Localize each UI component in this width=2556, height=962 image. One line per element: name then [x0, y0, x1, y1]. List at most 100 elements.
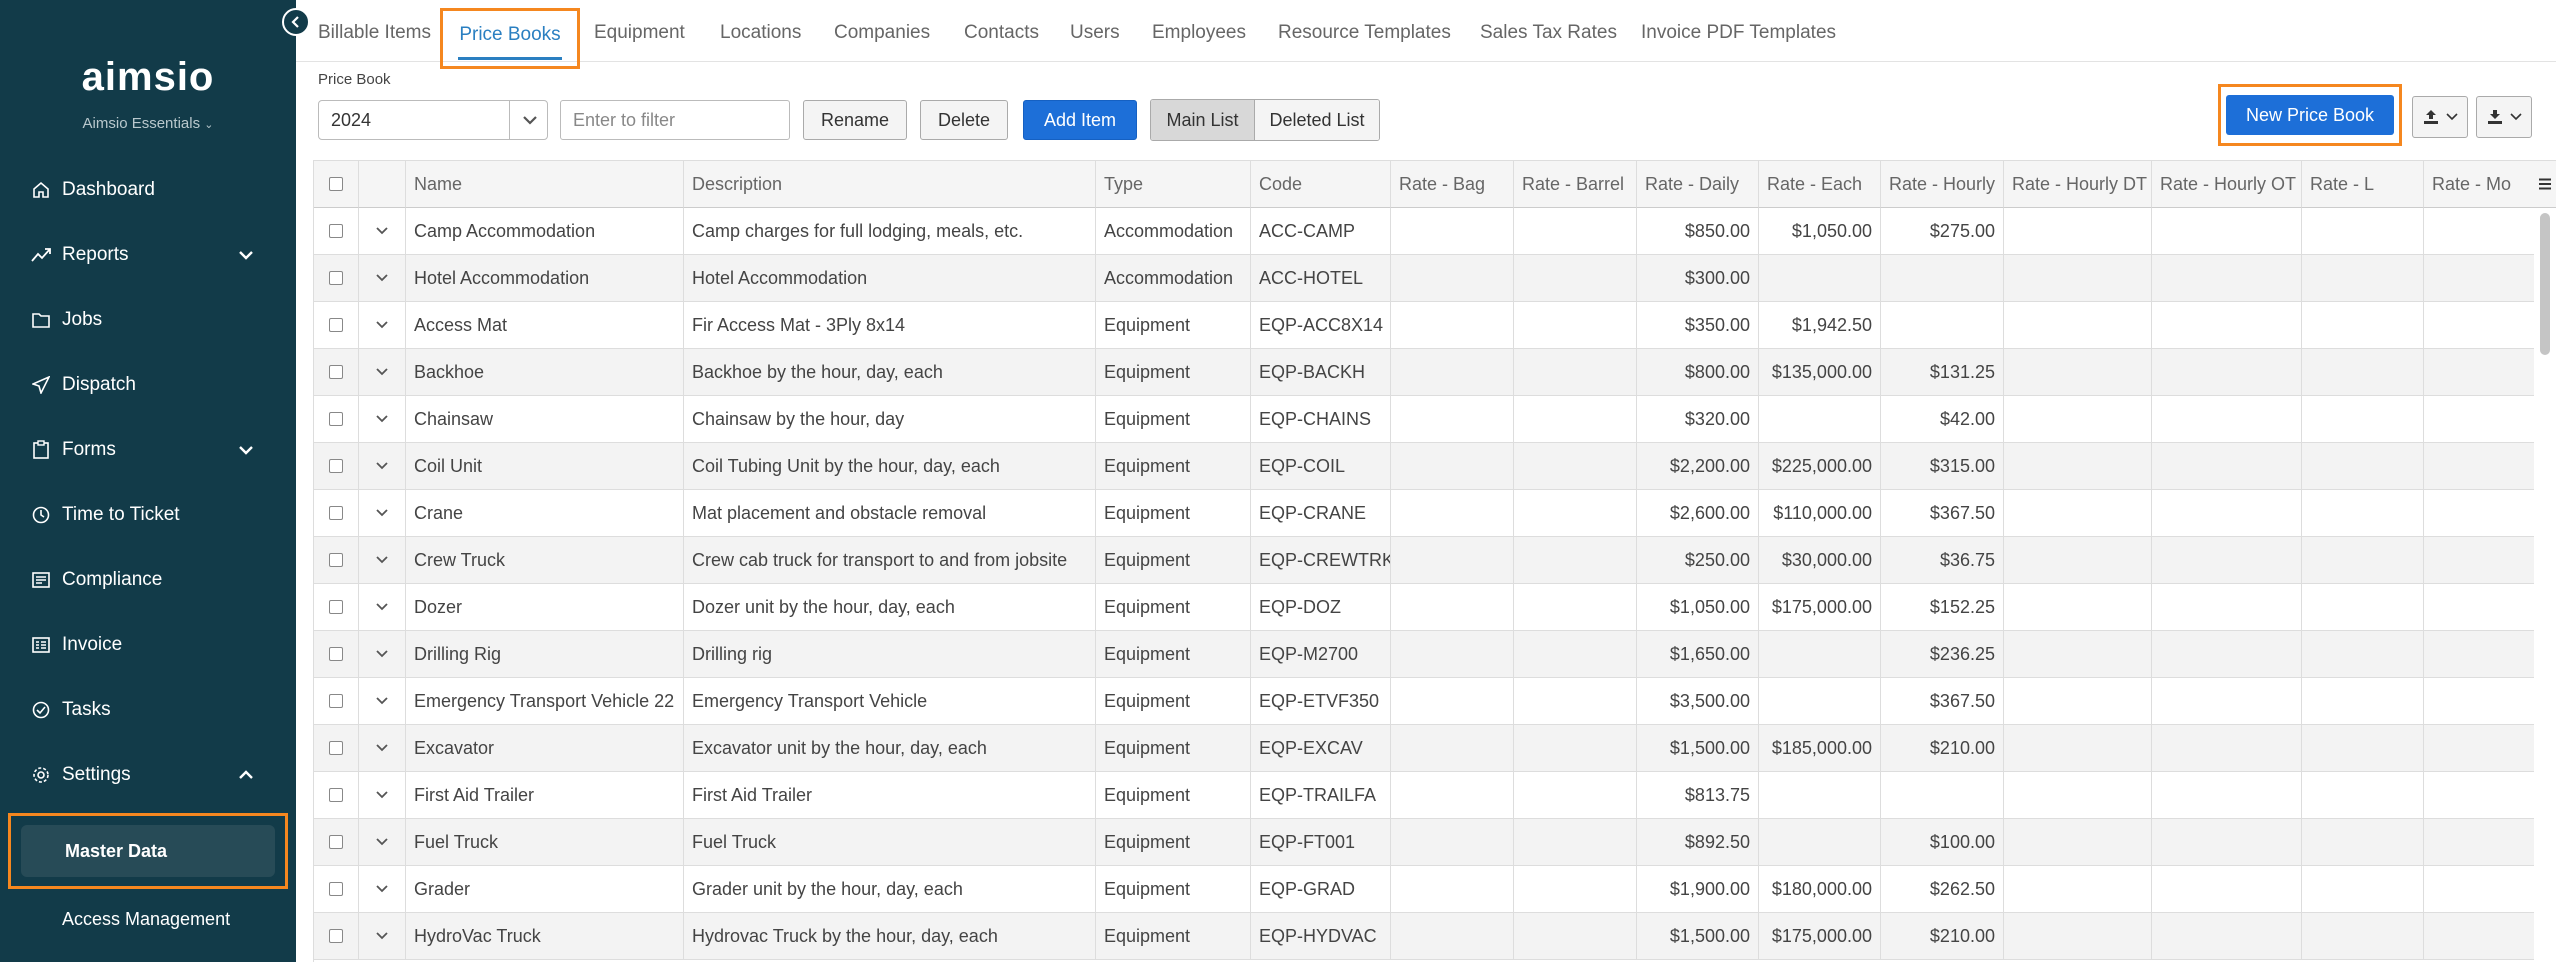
column-header-type[interactable]: Type — [1096, 161, 1251, 208]
table-row[interactable]: Drilling Rig Drilling rig Equipment EQP-M27… — [314, 631, 2556, 678]
sidebar-item-jobs[interactable]: Jobs — [0, 287, 296, 352]
row-checkbox[interactable] — [329, 882, 343, 896]
table-row[interactable]: Emergency Transport Vehicle 22 Emergency … — [314, 678, 2556, 725]
table-row[interactable]: First Aid Trailer First Aid Trailer Equipm… — [314, 772, 2556, 819]
table-row[interactable]: Camp Accommodation Camp charges for full … — [314, 208, 2556, 255]
table-row[interactable]: Backhoe Backhoe by the hour, day, each Equ… — [314, 349, 2556, 396]
row-checkbox[interactable] — [329, 835, 343, 849]
row-expand-button[interactable] — [359, 302, 406, 348]
row-checkbox[interactable] — [329, 224, 343, 238]
row-checkbox[interactable] — [329, 741, 343, 755]
table-row[interactable]: Access Mat Fir Access Mat - 3Ply 8x14 Equi… — [314, 302, 2556, 349]
tab-employees[interactable]: Employees — [1152, 22, 1246, 44]
row-expand-button[interactable] — [359, 819, 406, 865]
download-button[interactable] — [2476, 96, 2532, 138]
sidebar-item-time-to-ticket[interactable]: Time to Ticket — [0, 482, 296, 547]
column-menu-icon[interactable] — [2534, 161, 2556, 208]
row-checkbox[interactable] — [329, 553, 343, 567]
sidebar-collapse-button[interactable] — [282, 8, 310, 36]
tab-price-books[interactable]: Price Books — [440, 8, 580, 69]
row-checkbox[interactable] — [329, 459, 343, 473]
table-row[interactable]: Dozer Dozer unit by the hour, day, each Eq… — [314, 584, 2556, 631]
column-header-rate-hourly[interactable]: Rate - Hourly — [1881, 161, 2004, 208]
sidebar-subitem-master-data[interactable]: Master Data — [8, 813, 288, 889]
row-expand-button[interactable] — [359, 631, 406, 677]
row-expand-button[interactable] — [359, 678, 406, 724]
tenant-selector[interactable]: Aimsio Essentials ⌄ — [0, 115, 296, 132]
column-header-code[interactable]: Code — [1251, 161, 1391, 208]
row-expand-button[interactable] — [359, 584, 406, 630]
sidebar-item-settings[interactable]: Settings — [0, 742, 296, 807]
tab-locations[interactable]: Locations — [720, 22, 801, 44]
table-row[interactable]: Fuel Truck Fuel Truck Equipment EQP-FT001 $8… — [314, 819, 2556, 866]
table-row[interactable]: HydroVac Truck Hydrovac Truck by the hour… — [314, 913, 2556, 960]
column-header-rate-bag[interactable]: Rate - Bag — [1391, 161, 1514, 208]
table-row[interactable]: Grader Grader unit by the hour, day, each… — [314, 866, 2556, 913]
row-expand-button[interactable] — [359, 866, 406, 912]
rename-button[interactable]: Rename — [803, 100, 907, 140]
tab-billable-items[interactable]: Billable Items — [318, 22, 431, 44]
upload-button[interactable] — [2412, 96, 2468, 138]
row-expand-button[interactable] — [359, 349, 406, 395]
chevron-down-icon — [376, 603, 388, 611]
row-expand-button[interactable] — [359, 443, 406, 489]
table-row[interactable]: Crew Truck Crew cab truck for transport t… — [314, 537, 2556, 584]
sidebar-item-compliance[interactable]: Compliance — [0, 547, 296, 612]
row-expand-button[interactable] — [359, 725, 406, 771]
table-row[interactable]: Hotel Accommodation Hotel Accommodation Ac… — [314, 255, 2556, 302]
tab-resource-templates[interactable]: Resource Templates — [1278, 22, 1451, 44]
row-checkbox[interactable] — [329, 365, 343, 379]
tab-contacts[interactable]: Contacts — [964, 22, 1039, 44]
column-header-rate-l[interactable]: Rate - L — [2302, 161, 2424, 208]
column-header-rate-barrel[interactable]: Rate - Barrel — [1514, 161, 1637, 208]
row-expand-button[interactable] — [359, 208, 406, 254]
sidebar-item-reports[interactable]: Reports — [0, 222, 296, 287]
tab-users[interactable]: Users — [1070, 22, 1120, 44]
row-expand-button[interactable] — [359, 772, 406, 818]
tab-sales-tax-rates[interactable]: Sales Tax Rates — [1480, 22, 1617, 44]
tab-companies[interactable]: Companies — [834, 22, 930, 44]
row-checkbox[interactable] — [329, 271, 343, 285]
row-checkbox[interactable] — [329, 694, 343, 708]
sidebar-subitem-access-management[interactable]: Access Management — [0, 889, 296, 949]
sidebar-item-dispatch[interactable]: Dispatch — [0, 352, 296, 417]
vertical-scrollbar[interactable] — [2534, 208, 2556, 962]
column-header-rate-hourly-dt[interactable]: Rate - Hourly DT — [2004, 161, 2152, 208]
deleted-list-button[interactable]: Deleted List — [1255, 100, 1379, 140]
table-row[interactable]: Excavator Excavator unit by the hour, day… — [314, 725, 2556, 772]
row-expand-button[interactable] — [359, 255, 406, 301]
main-list-button[interactable]: Main List — [1151, 100, 1255, 140]
row-checkbox[interactable] — [329, 412, 343, 426]
row-checkbox[interactable] — [329, 318, 343, 332]
scrollbar-thumb[interactable] — [2540, 213, 2550, 355]
select-all-checkbox[interactable] — [329, 177, 343, 191]
row-checkbox[interactable] — [329, 600, 343, 614]
row-expand-button[interactable] — [359, 537, 406, 583]
table-row[interactable]: Crane Mat placement and obstacle removal E… — [314, 490, 2556, 537]
row-expand-button[interactable] — [359, 913, 406, 959]
sidebar-item-dashboard[interactable]: Dashboard — [0, 157, 296, 222]
row-checkbox[interactable] — [329, 788, 343, 802]
delete-button[interactable]: Delete — [920, 100, 1008, 140]
tab-equipment[interactable]: Equipment — [594, 22, 685, 44]
sidebar-item-invoice[interactable]: Invoice — [0, 612, 296, 677]
tab-invoice-pdf-templates[interactable]: Invoice PDF Templates — [1641, 22, 1836, 44]
row-checkbox[interactable] — [329, 929, 343, 943]
column-header-rate-daily[interactable]: Rate - Daily — [1637, 161, 1759, 208]
row-expand-button[interactable] — [359, 490, 406, 536]
column-header-name[interactable]: Name — [406, 161, 684, 208]
sidebar-item-forms[interactable]: Forms — [0, 417, 296, 482]
sidebar-item-tasks[interactable]: Tasks — [0, 677, 296, 742]
row-checkbox[interactable] — [329, 506, 343, 520]
add-item-button[interactable]: Add Item — [1023, 100, 1137, 140]
column-header-description[interactable]: Description — [684, 161, 1096, 208]
column-header-rate-hourly-ot[interactable]: Rate - Hourly OT — [2152, 161, 2302, 208]
new-price-book-button[interactable]: New Price Book — [2226, 95, 2394, 135]
table-row[interactable]: Chainsaw Chainsaw by the hour, day Equipme… — [314, 396, 2556, 443]
row-checkbox[interactable] — [329, 647, 343, 661]
price-book-select[interactable]: 2024 — [318, 100, 548, 140]
table-row[interactable]: Coil Unit Coil Tubing Unit by the hour, d… — [314, 443, 2556, 490]
filter-input[interactable] — [560, 100, 790, 140]
row-expand-button[interactable] — [359, 396, 406, 442]
column-header-rate-each[interactable]: Rate - Each — [1759, 161, 1881, 208]
